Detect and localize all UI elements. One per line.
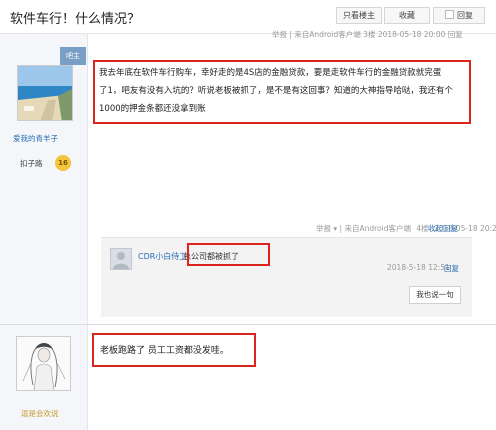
- avatar[interactable]: [17, 65, 73, 121]
- say-something-button[interactable]: 我也说一句: [409, 286, 461, 304]
- checkbox-icon: [445, 10, 454, 19]
- collapse-replies-link[interactable]: 收起回复: [428, 223, 458, 234]
- level-badge: 16: [55, 155, 71, 171]
- moderator-corner-tag: 吧主: [60, 47, 86, 65]
- post1-footer-meta: 举报 ▾ | 来自Android客户端 4楼 2018-05-18 20:21: [316, 223, 496, 234]
- avatar[interactable]: [16, 336, 71, 391]
- reply-author[interactable]: CDR小白侍卫: [138, 251, 187, 262]
- only-op-button[interactable]: 只看楼主: [336, 7, 382, 24]
- client-source[interactable]: 来自Android客户端: [344, 224, 411, 233]
- report-link[interactable]: 举报: [316, 224, 331, 233]
- post1-top-meta: 举报 | 来自Android客户端 3楼 2018-05-18 20:00 回复: [272, 30, 463, 39]
- thread-title: 软件车行！什么情况？: [10, 12, 141, 27]
- avatar-sketch-image: [17, 337, 70, 390]
- reply-button-label: 回复: [457, 11, 473, 20]
- author-name[interactable]: 爱我的青羊子: [13, 133, 58, 144]
- content-line: 1000的押金条都还没拿到账: [99, 104, 206, 114]
- floor-number: 4楼: [416, 224, 429, 233]
- reply-button[interactable]: 回复: [433, 7, 485, 24]
- default-avatar-icon: [113, 252, 129, 269]
- favorite-button[interactable]: 收藏: [384, 7, 430, 24]
- content-line: 了1，吧友有没有入坑的？听说老板被抓了，是不是有这回事？知道的大神指导哈哒，我还…: [99, 86, 453, 96]
- level-label: 扣子路: [20, 159, 43, 168]
- reply-link[interactable]: 回复: [444, 263, 459, 274]
- avatar-beach-image: [18, 66, 72, 120]
- author-name[interactable]: 逗是会欢说: [21, 408, 59, 419]
- reply-avatar[interactable]: [110, 248, 132, 270]
- sub-reply-panel: [101, 237, 472, 317]
- content-line: 我去年底在软件车行购车，幸好走的是4S店的金融贷款，要是走软件车行的金融贷款就完…: [99, 68, 442, 78]
- post1-content: 我去年底在软件车行购车，幸好走的是4S店的金融贷款，要是走软件车行的金融贷款就完…: [99, 64, 469, 118]
- reply-time: 2018-5-18 12:51: [387, 263, 450, 272]
- post2-content: 老板跑路了 员工工资都没发哇。: [100, 346, 229, 356]
- highlight-box: [187, 243, 270, 266]
